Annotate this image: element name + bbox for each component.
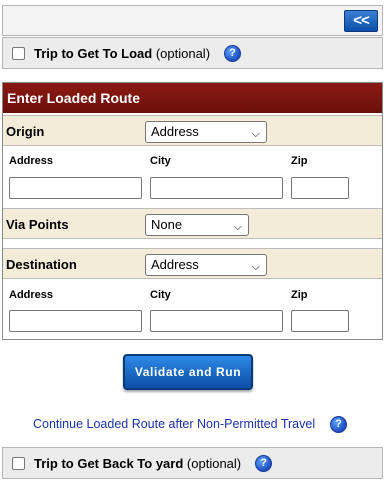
trip-back-yard-checkbox[interactable] xyxy=(12,456,25,470)
origin-row: Origin Address ⌵ xyxy=(3,115,382,146)
destination-type-value: Address xyxy=(151,257,199,272)
trip-back-yard-title: Trip to Get Back To yard xyxy=(34,455,184,471)
origin-city-input[interactable] xyxy=(150,177,283,199)
validate-and-run-button[interactable]: Validate and Run xyxy=(123,354,253,390)
trip-back-yard-bar: Trip to Get Back To yard (optional) ? xyxy=(2,447,383,479)
via-points-select[interactable]: None ⌵ xyxy=(145,214,249,236)
continue-loaded-route-link[interactable]: Continue Loaded Route after Non-Permitte… xyxy=(33,417,315,431)
destination-zip-input[interactable] xyxy=(291,310,349,332)
chevron-down-icon: ⌵ xyxy=(251,261,260,273)
help-icon[interactable]: ? xyxy=(255,454,273,472)
via-points-value: None xyxy=(151,217,183,232)
origin-address-input[interactable] xyxy=(9,177,142,199)
destination-city-input[interactable] xyxy=(150,310,283,332)
origin-zip-input[interactable] xyxy=(291,177,349,199)
trip-to-load-bar: Trip to Get To Load (optional) ? xyxy=(2,37,383,69)
destination-city-label: City xyxy=(150,289,171,301)
origin-type-value: Address xyxy=(151,124,199,139)
top-toolbar: << xyxy=(2,5,383,36)
chevron-down-icon: ⌵ xyxy=(251,128,260,140)
destination-address-label: Address xyxy=(9,289,54,301)
destination-type-select[interactable]: Address ⌵ xyxy=(145,254,267,276)
destination-label: Destination xyxy=(6,257,77,272)
destination-zip-label: Zip xyxy=(291,289,308,301)
trip-to-load-title: Trip to Get To Load xyxy=(34,45,153,61)
origin-type-select[interactable]: Address ⌵ xyxy=(145,121,267,143)
via-points-row: Via Points None ⌵ xyxy=(3,208,382,239)
trip-back-yard-label: Trip to Get Back To yard (optional) xyxy=(34,456,241,471)
help-icon[interactable]: ? xyxy=(224,44,242,62)
origin-address-label: Address xyxy=(9,155,54,167)
loaded-route-panel: Enter Loaded Route Origin Address ⌵ Addr… xyxy=(2,82,383,340)
trip-to-load-checkbox[interactable] xyxy=(12,46,25,60)
origin-zip-label: Zip xyxy=(291,155,308,167)
via-points-label: Via Points xyxy=(6,217,69,232)
trip-to-load-label: Trip to Get To Load (optional) xyxy=(34,46,210,61)
chevron-down-icon: ⌵ xyxy=(233,221,242,233)
origin-label: Origin xyxy=(6,124,45,139)
collapse-button[interactable]: << xyxy=(344,10,378,32)
panel-title: Enter Loaded Route xyxy=(3,83,382,113)
origin-city-label: City xyxy=(150,155,171,167)
trip-to-load-optional: (optional) xyxy=(155,45,211,61)
destination-address-input[interactable] xyxy=(9,310,142,332)
trip-back-yard-optional: (optional) xyxy=(186,455,242,471)
destination-row: Destination Address ⌵ xyxy=(3,248,382,279)
help-icon[interactable]: ? xyxy=(330,416,347,433)
